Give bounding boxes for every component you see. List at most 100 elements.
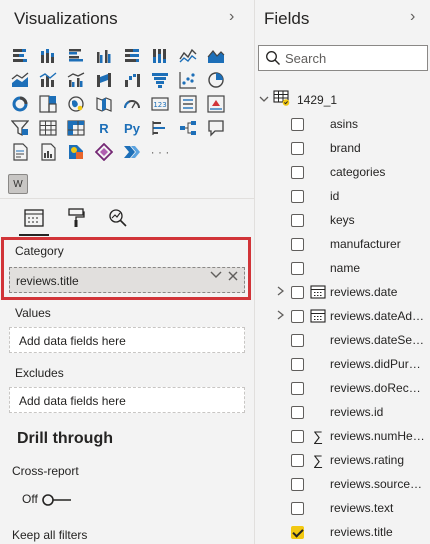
- field-row[interactable]: reviews.doReco...: [255, 376, 430, 400]
- field-row[interactable]: asins: [255, 112, 430, 136]
- sigma-icon: ∑: [313, 452, 323, 468]
- field-row[interactable]: reviews.sourceU...: [255, 472, 430, 496]
- table-name: 1429_1: [297, 93, 338, 107]
- format-paint-roller-icon[interactable]: [64, 206, 88, 230]
- field-row[interactable]: ∑ reviews.rating: [255, 448, 430, 472]
- field-label: reviews.doReco...: [330, 381, 425, 395]
- field-checkbox[interactable]: [291, 381, 304, 395]
- field-label: keys: [330, 213, 355, 227]
- collapse-visualizations-chevron-icon[interactable]: ›: [229, 8, 234, 26]
- filled-map-icon[interactable]: [90, 92, 118, 116]
- key-influencers-icon[interactable]: [146, 116, 174, 140]
- power-automate-icon[interactable]: [118, 140, 146, 164]
- clustered-column-icon[interactable]: [90, 44, 118, 68]
- stacked-bar-icon[interactable]: [6, 44, 34, 68]
- field-row[interactable]: reviews.text: [255, 496, 430, 520]
- table-node[interactable]: 1429_1: [259, 89, 338, 110]
- treemap-icon[interactable]: [34, 92, 62, 116]
- field-row[interactable]: keys: [255, 208, 430, 232]
- smart-narrative-icon[interactable]: [6, 140, 34, 164]
- arcgis-icon[interactable]: [62, 140, 90, 164]
- cross-report-toggle[interactable]: [41, 493, 73, 507]
- 100-stacked-column-icon[interactable]: [146, 44, 174, 68]
- values-label: Values: [15, 306, 51, 320]
- field-row[interactable]: manufacturer: [255, 232, 430, 256]
- fields-wells-tab-icon[interactable]: [22, 206, 46, 230]
- field-checkbox[interactable]: [291, 429, 304, 443]
- scatter-chart-icon[interactable]: [174, 68, 202, 92]
- funnel-icon[interactable]: [146, 68, 174, 92]
- chevron-right-icon[interactable]: [277, 309, 291, 323]
- analytics-magnifier-icon[interactable]: [106, 206, 130, 230]
- field-row[interactable]: ∑ reviews.numHel...: [255, 424, 430, 448]
- collapse-fields-chevron-icon[interactable]: ›: [410, 8, 415, 26]
- values-well[interactable]: Add data fields here: [9, 327, 245, 353]
- line-and-clustered-column-icon[interactable]: [62, 68, 90, 92]
- field-checkbox[interactable]: [291, 261, 304, 275]
- clustered-bar-icon[interactable]: [62, 44, 90, 68]
- field-row[interactable]: brand: [255, 136, 430, 160]
- more-visuals-icon[interactable]: · · ·: [146, 140, 174, 164]
- field-checkbox[interactable]: [291, 333, 304, 347]
- line-chart-icon[interactable]: [174, 44, 202, 68]
- qa-icon[interactable]: [202, 116, 230, 140]
- chevron-right-icon[interactable]: [277, 285, 291, 299]
- power-apps-icon[interactable]: [90, 140, 118, 164]
- field-checkbox[interactable]: [291, 189, 304, 203]
- map-icon[interactable]: [62, 92, 90, 116]
- custom-visual-icon[interactable]: W: [8, 174, 28, 194]
- field-row[interactable]: name: [255, 256, 430, 280]
- field-checkbox[interactable]: [291, 213, 304, 227]
- paginated-report-icon[interactable]: [34, 140, 62, 164]
- fields-title: Fields: [264, 9, 310, 28]
- field-row[interactable]: reviews.dateSeen: [255, 328, 430, 352]
- field-row[interactable]: reviews.dateAdd...: [255, 304, 430, 328]
- field-checkbox[interactable]: [291, 309, 304, 323]
- pie-chart-icon[interactable]: [202, 68, 230, 92]
- field-checkbox[interactable]: [291, 117, 304, 131]
- field-checkbox[interactable]: [291, 165, 304, 179]
- python-visual-label: Py: [124, 120, 140, 136]
- field-checkbox[interactable]: [291, 237, 304, 251]
- field-checkbox[interactable]: [291, 525, 304, 539]
- field-row[interactable]: id: [255, 184, 430, 208]
- field-row[interactable]: categories: [255, 160, 430, 184]
- card-icon[interactable]: 123: [146, 92, 174, 116]
- r-visual-icon[interactable]: R: [90, 116, 118, 140]
- kpi-icon[interactable]: [202, 92, 230, 116]
- decomposition-tree-icon[interactable]: [174, 116, 202, 140]
- field-row[interactable]: reviews.didPurch...: [255, 352, 430, 376]
- field-row[interactable]: reviews.date: [255, 280, 430, 304]
- field-checkbox[interactable]: [291, 501, 304, 515]
- area-chart-icon[interactable]: [202, 44, 230, 68]
- field-row[interactable]: reviews.title: [255, 520, 430, 544]
- line-and-stacked-column-icon[interactable]: [34, 68, 62, 92]
- stacked-area-icon[interactable]: [6, 68, 34, 92]
- stacked-column-icon[interactable]: [34, 44, 62, 68]
- ribbon-chart-icon[interactable]: [90, 68, 118, 92]
- field-checkbox[interactable]: [291, 357, 304, 371]
- field-checkbox[interactable]: [291, 285, 304, 299]
- field-label: reviews.dateAdd...: [330, 309, 425, 323]
- more-visuals-label: · · ·: [150, 145, 170, 159]
- fields-search-box[interactable]: [258, 45, 428, 71]
- waterfall-icon[interactable]: [118, 68, 146, 92]
- field-checkbox[interactable]: [291, 141, 304, 155]
- table-icon[interactable]: [34, 116, 62, 140]
- search-input[interactable]: [285, 49, 423, 68]
- chevron-down-icon[interactable]: [259, 95, 271, 106]
- field-checkbox[interactable]: [291, 453, 304, 467]
- slicer-icon[interactable]: [6, 116, 34, 140]
- field-checkbox[interactable]: [291, 405, 304, 419]
- donut-chart-icon[interactable]: [6, 92, 34, 116]
- excludes-well[interactable]: Add data fields here: [9, 387, 245, 413]
- multi-row-card-icon[interactable]: [174, 92, 202, 116]
- matrix-icon[interactable]: [62, 116, 90, 140]
- python-visual-icon[interactable]: Py: [118, 116, 146, 140]
- chevron-down-icon[interactable]: [210, 270, 222, 282]
- gauge-icon[interactable]: [118, 92, 146, 116]
- field-row[interactable]: reviews.id: [255, 400, 430, 424]
- field-checkbox[interactable]: [291, 477, 304, 491]
- 100-stacked-bar-icon[interactable]: [118, 44, 146, 68]
- remove-field-close-icon[interactable]: [228, 269, 238, 284]
